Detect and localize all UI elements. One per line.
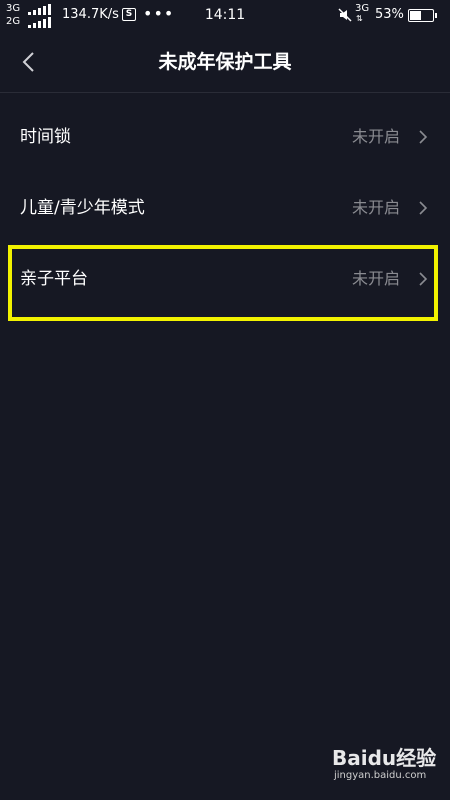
status-bar: 3G 2G 134.7K/s S ••• 14:11 3G ⇅ 53%: [0, 0, 450, 32]
chevron-right-icon: [419, 201, 428, 215]
back-arrow-icon[interactable]: [18, 50, 42, 74]
list-item-teen-mode[interactable]: 儿童/青少年模式 未开启: [0, 172, 450, 243]
watermark-brand: Baidu经验: [332, 746, 437, 770]
battery-icon: [408, 9, 437, 22]
page-title: 未成年保护工具: [158, 51, 292, 73]
mute-icon: [338, 8, 352, 22]
item-status: 未开启: [351, 269, 400, 288]
chevron-right-icon: [419, 130, 428, 144]
item-label: 时间锁: [20, 127, 71, 147]
watermark-url: jingyan.baidu.com: [334, 770, 427, 781]
item-label: 亲子平台: [20, 269, 88, 289]
chevron-right-icon: [419, 272, 428, 286]
battery-percent: 53%: [375, 7, 404, 22]
item-status: 未开启: [351, 198, 400, 217]
watermark: Baidu经验 jingyan.baidu.com: [332, 742, 444, 792]
list-item-parent-platform[interactable]: 亲子平台 未开启: [0, 243, 450, 314]
list-item-time-lock[interactable]: 时间锁 未开启: [0, 101, 450, 172]
item-label: 儿童/青少年模式: [20, 198, 145, 218]
settings-list: 时间锁 未开启 儿童/青少年模式 未开启 亲子平台 未开启: [0, 101, 450, 314]
battery-fill: [410, 11, 421, 20]
nav-header: 未成年保护工具: [0, 32, 450, 93]
network-type: 3G: [355, 3, 370, 14]
data-activity-icon: ⇅: [356, 14, 363, 23]
item-status: 未开启: [351, 127, 400, 146]
